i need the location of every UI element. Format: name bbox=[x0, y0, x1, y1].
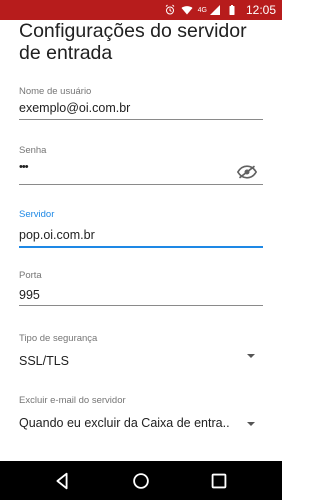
network-type: 4G bbox=[197, 6, 207, 14]
server-field[interactable]: Servidor pop.oi.com.br bbox=[19, 209, 263, 249]
battery-icon bbox=[229, 5, 235, 15]
server-label: Servidor bbox=[19, 209, 55, 220]
security-type-select[interactable]: Tipo de segurança SSL/TLS bbox=[19, 333, 263, 373]
delete-from-server-value[interactable]: Quando eu excluir da Caixa de entra.. bbox=[19, 416, 230, 430]
server-underline bbox=[19, 246, 263, 248]
back-icon[interactable] bbox=[50, 470, 74, 492]
username-value[interactable]: exemplo@oi.com.br bbox=[19, 101, 130, 115]
port-field[interactable]: Porta 995 bbox=[19, 270, 263, 310]
chevron-down-icon[interactable] bbox=[247, 422, 255, 426]
password-value[interactable]: ••• bbox=[19, 161, 29, 173]
status-bar: 4G 12:05 bbox=[0, 0, 282, 20]
navigation-bar bbox=[0, 461, 282, 500]
password-underline bbox=[19, 184, 263, 185]
security-type-label: Tipo de segurança bbox=[19, 333, 98, 344]
wifi-icon bbox=[181, 6, 193, 15]
recents-icon[interactable] bbox=[207, 470, 231, 492]
clock: 12:05 bbox=[245, 3, 276, 17]
port-value[interactable]: 995 bbox=[19, 288, 40, 302]
port-underline bbox=[19, 305, 263, 306]
delete-from-server-label: Excluir e-mail do servidor bbox=[19, 395, 126, 406]
password-label: Senha bbox=[19, 145, 47, 156]
username-label: Nome de usuário bbox=[19, 86, 92, 97]
password-field[interactable]: Senha ••• bbox=[19, 145, 263, 185]
visibility-off-icon[interactable] bbox=[237, 165, 257, 179]
delete-from-server-select[interactable]: Excluir e-mail do servidor Quando eu exc… bbox=[19, 395, 263, 435]
page-title: Configurações do servidor de entrada bbox=[19, 20, 247, 64]
signal-icon bbox=[209, 5, 220, 15]
security-type-value[interactable]: SSL/TLS bbox=[19, 354, 69, 368]
username-field[interactable]: Nome de usuário exemplo@oi.com.br bbox=[19, 86, 263, 122]
port-label: Porta bbox=[19, 270, 42, 281]
alarm-icon bbox=[165, 4, 174, 15]
username-underline bbox=[19, 119, 263, 120]
server-value[interactable]: pop.oi.com.br bbox=[19, 228, 95, 242]
home-icon[interactable] bbox=[129, 470, 153, 492]
incoming-server-settings: Configurações do servidor de entrada Nom… bbox=[0, 20, 282, 461]
chevron-down-icon[interactable] bbox=[247, 354, 255, 358]
